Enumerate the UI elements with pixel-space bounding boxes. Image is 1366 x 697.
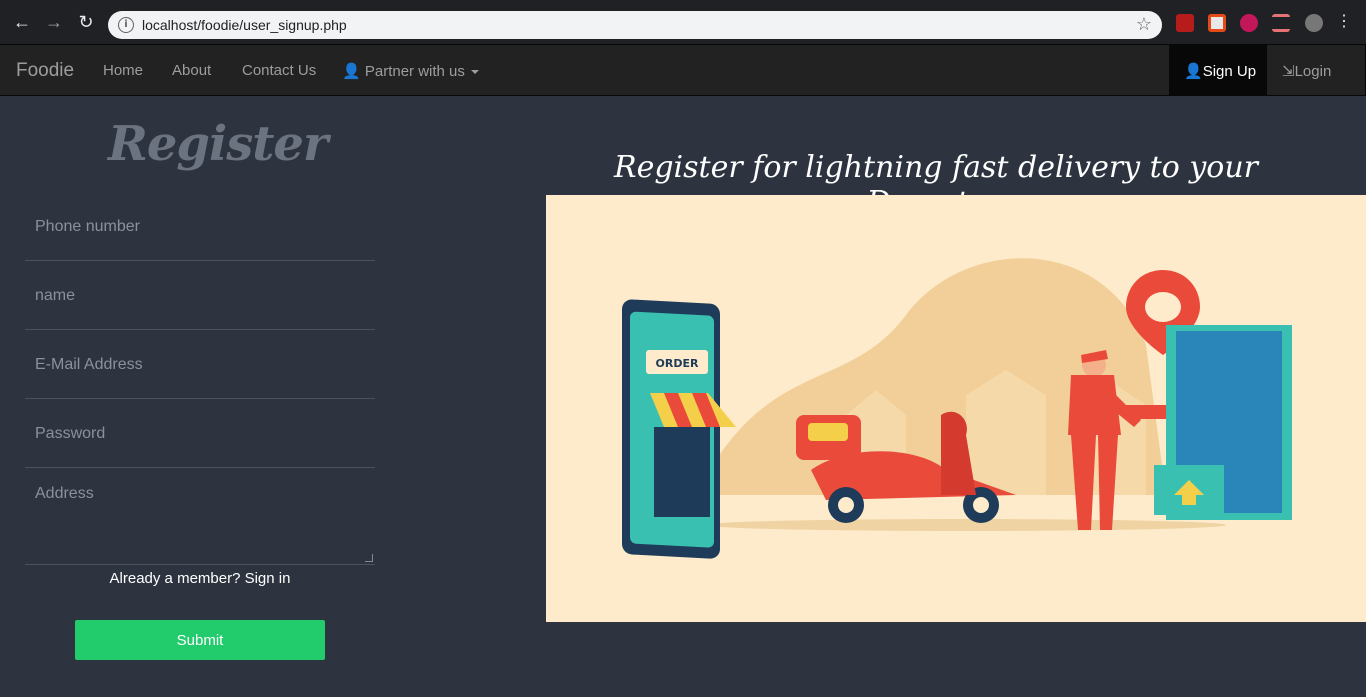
nav-signup[interactable]: 👤Sign Up [1184, 62, 1256, 80]
email-field [25, 331, 375, 399]
forward-icon[interactable]: → [44, 12, 64, 32]
nav-about[interactable]: About [172, 62, 211, 79]
browser-toolbar: ← → ↻ i localhost/foodie/user_signup.php… [0, 0, 1366, 44]
globe-icon[interactable] [1305, 14, 1323, 32]
name-field [25, 262, 375, 330]
url-text: localhost/foodie/user_signup.php [142, 17, 347, 33]
address-input[interactable] [25, 469, 375, 564]
address-field [25, 469, 375, 565]
login-icon: ⇲ [1282, 63, 1295, 80]
user-icon: 👤 [1184, 63, 1203, 80]
nav-partner-dropdown[interactable]: 👤 Partner with us [342, 62, 480, 80]
bookmark-star-icon[interactable]: ☆ [1136, 14, 1152, 35]
email-input[interactable] [25, 331, 375, 398]
phone-input[interactable] [25, 193, 375, 260]
delivery-illustration-svg: ORDER [622, 258, 1292, 559]
caret-down-icon [471, 70, 480, 75]
submit-button[interactable]: Submit [75, 620, 325, 660]
login-label: Login [1294, 63, 1332, 80]
puzzle-icon[interactable] [1240, 14, 1258, 32]
password-field [25, 400, 375, 468]
user-icon: 👤 [342, 63, 361, 80]
back-icon[interactable]: ← [12, 12, 32, 32]
info-icon[interactable]: i [118, 17, 134, 33]
password-input[interactable] [25, 400, 375, 467]
extension-icon[interactable] [1208, 14, 1226, 32]
name-input[interactable] [25, 262, 375, 329]
menu-icon[interactable]: ⋮ [1334, 12, 1354, 32]
nav-home[interactable]: Home [103, 62, 143, 79]
resize-handle[interactable] [365, 554, 373, 562]
register-heading: Register [108, 116, 328, 172]
brand-logo[interactable]: Foodie [16, 60, 74, 82]
nav-contact[interactable]: Contact Us [242, 62, 316, 79]
ublock-icon[interactable] [1176, 14, 1194, 32]
delivery-illustration: ORDER [546, 195, 1366, 622]
reload-icon[interactable]: ↻ [76, 12, 96, 32]
playlist-icon[interactable] [1272, 14, 1290, 32]
signin-link[interactable]: Already a member? Sign in [0, 570, 400, 587]
address-bar[interactable]: i localhost/foodie/user_signup.php ☆ [108, 11, 1162, 39]
site-navbar: Foodie Home About Contact Us 👤 Partner w… [0, 44, 1366, 96]
nav-login[interactable]: ⇲Login [1282, 62, 1331, 80]
order-label: ORDER [656, 357, 699, 370]
signup-label: Sign Up [1202, 63, 1257, 80]
nav-partner-label: Partner with us [364, 63, 465, 80]
phone-field [25, 193, 375, 261]
